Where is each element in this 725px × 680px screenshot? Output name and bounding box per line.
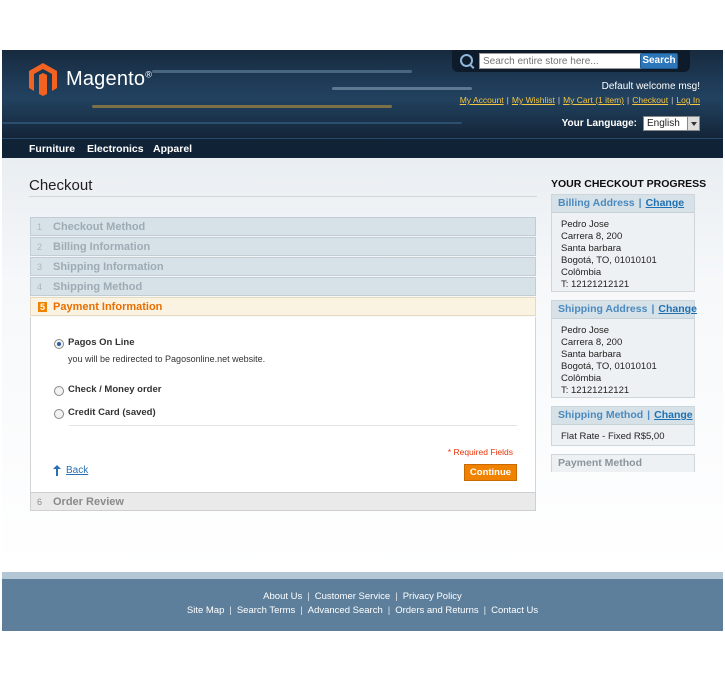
billing-address-header: Billing Address | Change — [552, 195, 694, 213]
magento-logo[interactable]: Magento® — [28, 62, 152, 96]
footer-links-row-2: Site Map | Search Terms | Advanced Search | Or… — [186, 605, 539, 616]
step-label: Payment Information — [53, 301, 163, 313]
radio-pagos-online[interactable] — [54, 339, 64, 349]
arrow-up-icon — [53, 464, 61, 476]
change-billing-link[interactable]: Change — [646, 197, 685, 209]
magento-logo-icon — [29, 63, 57, 96]
title-divider — [29, 196, 537, 197]
language-switcher: Your Language: English — [562, 116, 700, 131]
payment-method-box: Payment Method — [551, 454, 695, 472]
page: Magento® Search Default welcome msg! My … — [2, 50, 723, 631]
contact-us-link[interactable]: Contact Us — [491, 605, 538, 616]
shipping-method-box: Shipping Method | Change Flat Rate - Fixed… — [551, 406, 695, 446]
language-label: Your Language: — [561, 118, 637, 129]
shipping-address-header: Shipping Address | Change — [552, 301, 697, 319]
shipping-address-box: Shipping Address | Change Pedro Jose Carre… — [551, 300, 697, 398]
chevron-down-icon — [687, 117, 699, 130]
billing-address-body: Pedro Jose Carrera 8, 200 Santa barbara … — [561, 219, 657, 290]
step-shipping-information[interactable]: 3 Shipping Information — [30, 257, 536, 276]
pagos-online-note: you will be redirected to Pagosonline.ne… — [68, 354, 266, 364]
step-shipping-method[interactable]: 4 Shipping Method — [30, 277, 536, 296]
my-wishlist-link[interactable]: My Wishlist — [512, 95, 555, 105]
site-map-link[interactable]: Site Map — [187, 605, 225, 616]
divider — [69, 425, 517, 426]
account-links: My Account | My Wishlist | My Cart (1 item) |… — [459, 95, 700, 105]
my-account-link[interactable]: My Account — [460, 95, 504, 105]
step-checkout-method[interactable]: 1 Checkout Method — [30, 217, 536, 236]
credit-card-label: Credit Card (saved) — [68, 407, 156, 418]
step-number: 2 — [37, 242, 43, 252]
back-link[interactable]: Back — [66, 465, 88, 476]
payment-methods-panel: Pagos On Line you will be redirected to … — [30, 317, 536, 492]
log-in-link[interactable]: Log In — [676, 95, 700, 105]
nav-item-apparel[interactable]: Apparel — [153, 143, 192, 155]
radio-credit-card[interactable] — [54, 409, 64, 419]
search-icon — [460, 54, 473, 67]
search-bar: Search — [452, 50, 690, 72]
step-number: 3 — [37, 262, 43, 272]
back-control[interactable]: Back — [53, 464, 88, 476]
main-content: Checkout 1 Checkout Method 2 Billing Inf… — [2, 158, 723, 572]
checkout-link[interactable]: Checkout — [632, 95, 668, 105]
welcome-message: Default welcome msg! — [601, 81, 700, 92]
nav-item-furniture[interactable]: Furniture — [29, 143, 75, 155]
pagos-online-label: Pagos On Line — [68, 337, 135, 348]
step-order-review[interactable]: 6 Order Review — [30, 492, 536, 511]
orders-and-returns-link[interactable]: Orders and Returns — [395, 605, 478, 616]
main-nav: Furniture Electronics Apparel — [2, 138, 723, 159]
step-number: 4 — [37, 282, 43, 292]
continue-button[interactable]: Continue — [464, 464, 517, 481]
step-payment-information[interactable]: 5 Payment Information — [30, 297, 536, 316]
shipping-method-header: Shipping Method | Change — [552, 407, 694, 425]
required-fields-note: * Required Fields — [447, 447, 513, 457]
step-label: Shipping Method — [53, 281, 143, 293]
logo-text: Magento® — [66, 67, 153, 90]
shipping-address-body: Pedro Jose Carrera 8, 200 Santa barbara … — [561, 325, 657, 396]
about-us-link[interactable]: About Us — [263, 591, 302, 602]
language-select[interactable]: English — [643, 116, 700, 131]
footer-links-row-1: About Us | Customer Service | Privacy Policy — [263, 591, 462, 602]
step-number: 1 — [37, 222, 43, 232]
step-number: 5 — [38, 302, 47, 312]
step-number: 6 — [37, 497, 43, 507]
change-shipping-method-link[interactable]: Change — [654, 409, 693, 421]
step-billing-information[interactable]: 2 Billing Information — [30, 237, 536, 256]
site-footer: About Us | Customer Service | Privacy Policy… — [2, 572, 723, 631]
radio-check-money-order[interactable] — [54, 386, 64, 396]
step-label: Order Review — [53, 496, 124, 508]
step-label: Checkout Method — [53, 221, 146, 233]
change-shipping-link[interactable]: Change — [658, 303, 697, 315]
site-header: Magento® Search Default welcome msg! My … — [2, 50, 723, 138]
search-input[interactable] — [479, 53, 643, 69]
check-money-order-label: Check / Money order — [68, 384, 162, 395]
nav-item-electronics[interactable]: Electronics — [87, 143, 144, 155]
customer-service-link[interactable]: Customer Service — [315, 591, 391, 602]
privacy-policy-link[interactable]: Privacy Policy — [403, 591, 462, 602]
step-label: Shipping Information — [53, 261, 164, 273]
search-button[interactable]: Search — [640, 53, 678, 69]
shipping-method-body: Flat Rate - Fixed R$5,00 — [561, 431, 665, 442]
checkout-progress-title: YOUR CHECKOUT PROGRESS — [551, 178, 707, 190]
page-title: Checkout — [29, 177, 93, 194]
step-label: Billing Information — [53, 241, 151, 253]
my-cart-link[interactable]: My Cart (1 item) — [563, 95, 624, 105]
search-terms-link[interactable]: Search Terms — [237, 605, 295, 616]
payment-method-header: Payment Method — [552, 455, 694, 472]
billing-address-box: Billing Address | Change Pedro Jose Carrer… — [551, 194, 695, 292]
advanced-search-link[interactable]: Advanced Search — [308, 605, 383, 616]
